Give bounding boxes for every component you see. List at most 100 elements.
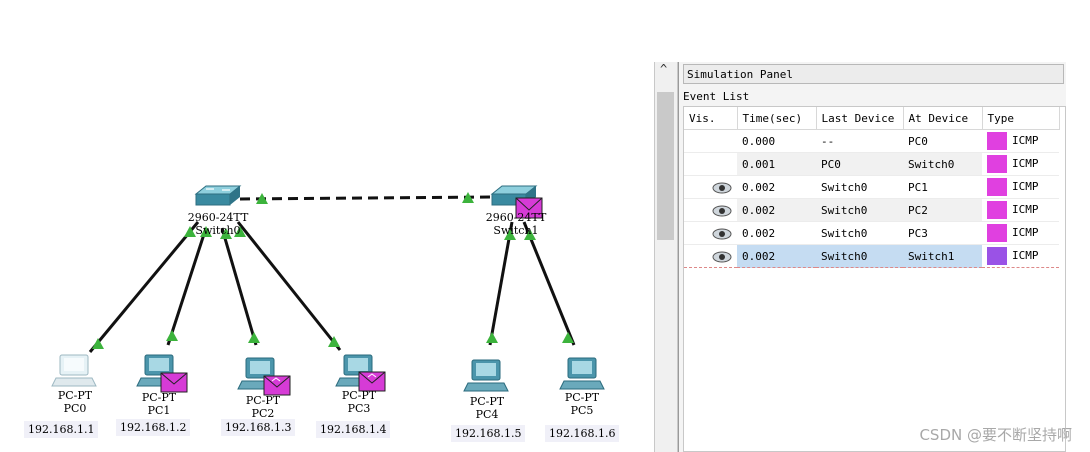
event-type-label: ICMP: [1012, 180, 1039, 193]
event-vis-cell[interactable]: [684, 175, 737, 199]
event-last-device: Switch0: [816, 221, 903, 245]
pdu-color-swatch: [987, 155, 1007, 173]
vertical-scrollbar[interactable]: ^: [654, 62, 678, 452]
switch0-icon[interactable]: [194, 185, 242, 206]
event-row[interactable]: 0.002 Switch0 PC3 ICMP: [684, 221, 1059, 245]
pc5-type-label: PC-PT: [564, 391, 600, 404]
scroll-thumb[interactable]: [657, 92, 674, 240]
event-row[interactable]: 0.001 PC0 Switch0 ICMP: [684, 152, 1059, 176]
event-row[interactable]: 0.002 Switch0 PC1 ICMP: [684, 175, 1059, 199]
event-list-header: Vis. Time(sec) Last Device At Device Typ…: [684, 107, 1060, 130]
pdu-color-swatch: [987, 247, 1007, 265]
column-type[interactable]: Type: [982, 107, 1060, 130]
event-vis-cell[interactable]: [684, 152, 737, 176]
link-switch0-pc2: [220, 227, 258, 346]
pdu-envelope-icon[interactable]: [263, 375, 291, 396]
pc0-name-label: PC0: [63, 402, 87, 415]
link-switch0-pc0: [88, 221, 200, 353]
pc4-icon[interactable]: [463, 359, 509, 392]
pc0-ip-label: 192.168.1.1: [24, 421, 99, 438]
event-row[interactable]: 0.002 Switch0 PC2 ICMP: [684, 198, 1059, 222]
event-row[interactable]: 0.000 -- PC0 ICMP: [684, 129, 1059, 153]
event-type-label: ICMP: [1012, 134, 1039, 147]
event-vis-cell[interactable]: [684, 244, 737, 268]
eye-icon[interactable]: [712, 182, 732, 194]
pc4-name-label: PC4: [475, 408, 499, 421]
event-type: ICMP: [982, 152, 1059, 176]
scroll-up-icon[interactable]: ^: [660, 62, 667, 76]
pc1-type-label: PC-PT: [141, 391, 177, 404]
link-switch1-pc5: [522, 221, 576, 346]
event-time: 0.001: [737, 152, 816, 176]
pc5-icon[interactable]: [559, 357, 605, 390]
event-type-label: ICMP: [1012, 157, 1039, 170]
pc4-type-label: PC-PT: [469, 395, 505, 408]
event-time: 0.002: [737, 198, 816, 222]
pc3-type-label: PC-PT: [341, 389, 377, 402]
switch1-model-label: 2960-24TT: [485, 211, 547, 224]
event-vis-cell[interactable]: [684, 129, 737, 153]
event-last-device: --: [816, 129, 903, 153]
switch1-name-label: Switch1: [493, 224, 539, 237]
link-up-indicator: [166, 330, 178, 341]
event-type-label: ICMP: [1012, 226, 1039, 239]
event-type: ICMP: [982, 244, 1059, 268]
simulation-panel: Simulation Panel Event List Vis. Time(se…: [678, 62, 1066, 452]
event-type-label: ICMP: [1012, 249, 1039, 262]
link-switch1-pc4: [488, 221, 514, 346]
topology-canvas[interactable]: [0, 0, 650, 452]
pc0-icon[interactable]: [51, 354, 97, 387]
pc2-ip-label: 192.168.1.3: [221, 419, 296, 436]
event-type: ICMP: [982, 221, 1059, 245]
column-time[interactable]: Time(sec): [737, 107, 817, 130]
pc1-ip-label: 192.168.1.2: [116, 419, 191, 436]
eye-icon[interactable]: [712, 251, 732, 263]
link-up-indicator: [486, 332, 498, 343]
pc5-ip-label: 192.168.1.6: [545, 425, 620, 442]
pdu-color-swatch: [987, 132, 1007, 150]
pdu-color-swatch: [987, 178, 1007, 196]
eye-icon[interactable]: [712, 228, 732, 240]
event-time: 0.002: [737, 221, 816, 245]
event-last-device: PC0: [816, 152, 903, 176]
pc0-type-label: PC-PT: [57, 389, 93, 402]
pc5-name-label: PC5: [570, 404, 594, 417]
event-type: ICMP: [982, 175, 1059, 199]
event-vis-cell[interactable]: [684, 221, 737, 245]
pc1-name-label: PC1: [147, 404, 171, 417]
event-time: 0.002: [737, 175, 816, 199]
column-vis[interactable]: Vis.: [684, 107, 738, 130]
link-switch0-switch1: [239, 195, 493, 201]
column-last-device[interactable]: Last Device: [816, 107, 904, 130]
event-type: ICMP: [982, 129, 1059, 153]
event-time: 0.002: [737, 244, 816, 268]
column-at-device[interactable]: At Device: [903, 107, 983, 130]
event-last-device: Switch0: [816, 198, 903, 222]
link-up-indicator: [248, 332, 260, 343]
event-time: 0.000: [737, 129, 816, 153]
pdu-color-swatch: [987, 201, 1007, 219]
pdu-envelope-icon[interactable]: [160, 372, 188, 393]
pc2-name-label: PC2: [251, 407, 275, 420]
link-switch0-pc1: [166, 227, 208, 346]
event-at-device: PC1: [903, 175, 982, 199]
switch0-name-label: Switch0: [195, 224, 241, 237]
pdu-color-swatch: [987, 224, 1007, 242]
event-at-device: PC2: [903, 198, 982, 222]
watermark: CSDN @要不断坚持啊: [919, 426, 1072, 444]
event-at-device: Switch1: [903, 244, 982, 268]
event-at-device: PC3: [903, 221, 982, 245]
event-type-label: ICMP: [1012, 203, 1039, 216]
pc2-type-label: PC-PT: [245, 394, 281, 407]
event-vis-cell[interactable]: [684, 198, 737, 222]
event-list[interactable]: Vis. Time(sec) Last Device At Device Typ…: [683, 106, 1066, 452]
event-type: ICMP: [982, 198, 1059, 222]
switch0-model-label: 2960-24TT: [187, 211, 249, 224]
event-row[interactable]: 0.002 Switch0 Switch1 ICMP: [684, 244, 1059, 268]
event-last-device: Switch0: [816, 244, 903, 268]
eye-icon[interactable]: [712, 205, 732, 217]
event-at-device: Switch0: [903, 152, 982, 176]
event-last-device: Switch0: [816, 175, 903, 199]
pc3-ip-label: 192.168.1.4: [316, 421, 391, 438]
event-list-label: Event List: [683, 90, 750, 103]
